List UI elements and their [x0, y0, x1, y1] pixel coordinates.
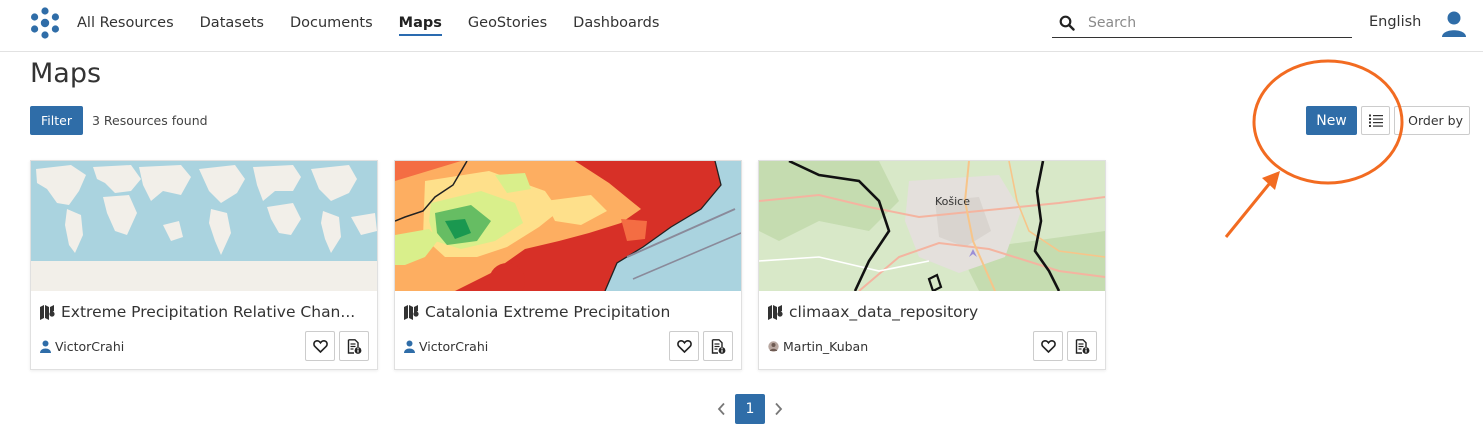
- owner-name[interactable]: VictorCrahi: [55, 339, 124, 354]
- top-navbar: All Resources Datasets Documents Maps Ge…: [0, 0, 1483, 52]
- catalonia-heatmap-thumbnail: [395, 161, 741, 291]
- heart-icon: [1041, 340, 1056, 354]
- card-owner[interactable]: Martin_Kuban: [768, 339, 868, 354]
- chevron-left-icon[interactable]: [715, 402, 729, 416]
- geonode-logo-icon[interactable]: [28, 6, 62, 40]
- card-title[interactable]: climaax_data_repository: [789, 303, 978, 321]
- resource-card[interactable]: Košice climaax_data_repository Martin_Ku…: [758, 160, 1106, 370]
- list-view-button[interactable]: [1361, 106, 1390, 135]
- card-title[interactable]: Extreme Precipitation Relative Chan...: [61, 303, 355, 321]
- card-owner[interactable]: VictorCrahi: [404, 339, 488, 354]
- user-icon[interactable]: [1441, 10, 1467, 38]
- nav-datasets[interactable]: Datasets: [200, 15, 264, 31]
- card-title[interactable]: Catalonia Extreme Precipitation: [425, 303, 670, 321]
- kosice-osm-map-thumbnail: Košice: [759, 161, 1105, 291]
- map-icon: [40, 304, 55, 320]
- user-icon: [404, 340, 415, 353]
- favorite-button[interactable]: [669, 331, 699, 361]
- card-owner[interactable]: VictorCrahi: [40, 339, 124, 354]
- avatar: [768, 341, 779, 352]
- page-button-current[interactable]: 1: [735, 394, 765, 424]
- heart-icon: [313, 340, 328, 354]
- search-icon[interactable]: [1059, 15, 1075, 31]
- card-title-row: Extreme Precipitation Relative Chan...: [40, 301, 370, 323]
- main-nav: All Resources Datasets Documents Maps Ge…: [77, 0, 685, 46]
- nav-documents[interactable]: Documents: [290, 15, 373, 31]
- document-info-icon: [347, 339, 362, 354]
- favorite-button[interactable]: [1033, 331, 1063, 361]
- info-button[interactable]: [339, 331, 369, 361]
- nav-dashboards[interactable]: Dashboards: [573, 15, 659, 31]
- annotation-arrowhead: [1262, 171, 1280, 190]
- chevron-right-icon[interactable]: [771, 402, 785, 416]
- resource-card[interactable]: Catalonia Extreme Precipitation VictorCr…: [394, 160, 742, 370]
- user-icon: [40, 340, 51, 353]
- nav-all-resources[interactable]: All Resources: [77, 15, 174, 31]
- favorite-button[interactable]: [305, 331, 335, 361]
- document-info-icon: [711, 339, 726, 354]
- new-button[interactable]: New: [1306, 106, 1357, 135]
- card-title-row: climaax_data_repository: [768, 301, 1098, 323]
- map-thumbnail[interactable]: [395, 161, 741, 291]
- heart-icon: [677, 340, 692, 354]
- pagination: 1: [715, 394, 785, 424]
- info-button[interactable]: [1067, 331, 1097, 361]
- nav-geostories[interactable]: GeoStories: [468, 15, 547, 31]
- world-map-thumbnail: [31, 161, 377, 291]
- map-thumbnail[interactable]: [31, 161, 377, 291]
- info-button[interactable]: [703, 331, 733, 361]
- order-by-button[interactable]: Order by: [1394, 106, 1470, 135]
- search-bar: [1052, 10, 1352, 38]
- card-title-row: Catalonia Extreme Precipitation: [404, 301, 734, 323]
- results-count: 3 Resources found: [92, 113, 208, 128]
- thumbnail-city-label: Košice: [935, 195, 970, 208]
- search-input[interactable]: [1088, 12, 1338, 34]
- resource-card[interactable]: Extreme Precipitation Relative Chan... V…: [30, 160, 378, 370]
- map-icon: [404, 304, 419, 320]
- page-title: Maps: [30, 58, 102, 89]
- map-thumbnail[interactable]: Košice: [759, 161, 1105, 291]
- nav-maps[interactable]: Maps: [398, 15, 443, 36]
- map-icon: [768, 304, 783, 320]
- language-selector[interactable]: English: [1369, 14, 1421, 30]
- annotation-arrow: [1224, 177, 1276, 238]
- owner-name[interactable]: Martin_Kuban: [783, 339, 868, 354]
- list-view-icon: [1369, 114, 1383, 127]
- document-info-icon: [1075, 339, 1090, 354]
- owner-name[interactable]: VictorCrahi: [419, 339, 488, 354]
- filter-button[interactable]: Filter: [30, 106, 83, 135]
